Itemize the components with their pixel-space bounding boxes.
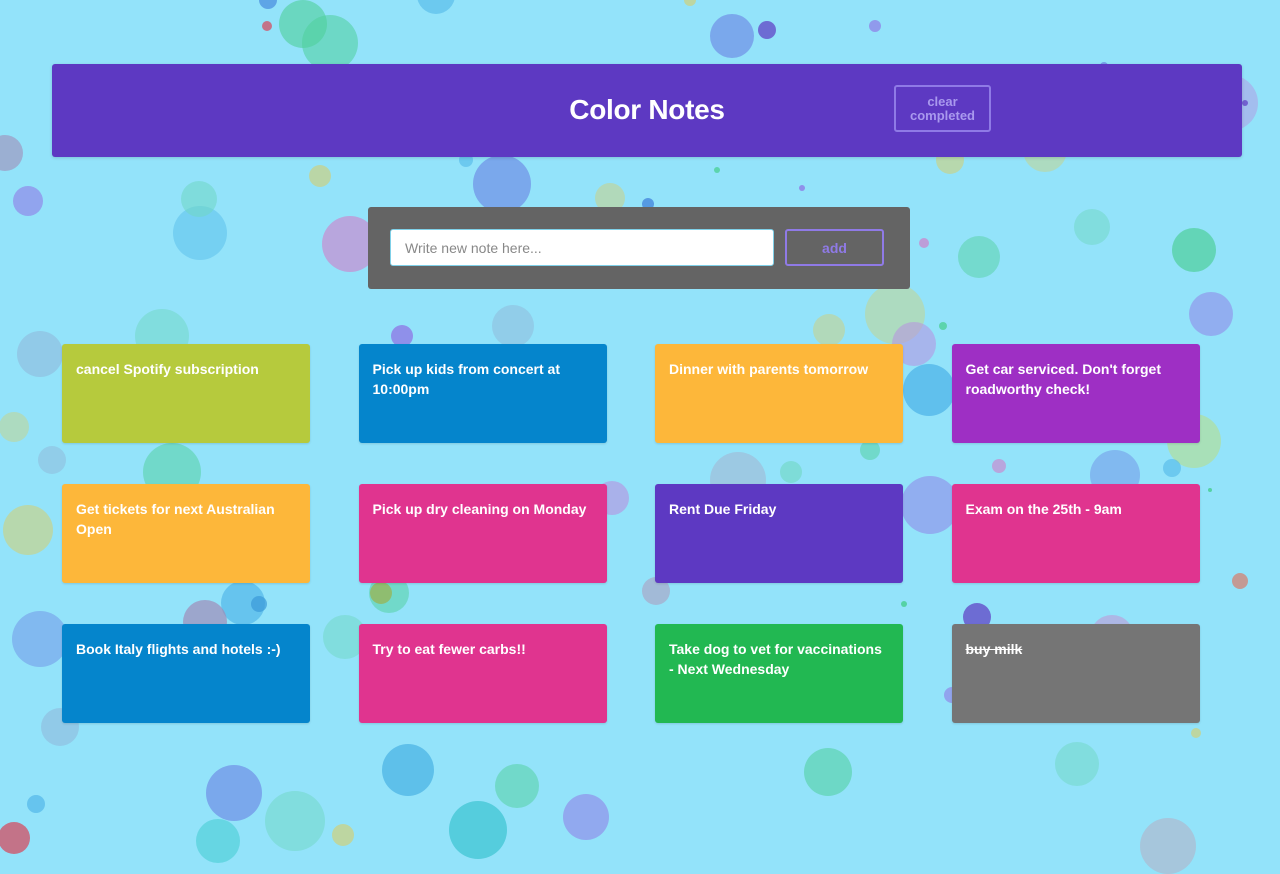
background-bubble	[958, 236, 1000, 278]
background-bubble	[3, 505, 53, 555]
note-card[interactable]: Rent Due Friday	[655, 484, 903, 583]
note-card[interactable]: cancel Spotify subscription	[62, 344, 310, 443]
background-bubble	[495, 764, 539, 808]
background-bubble	[417, 0, 455, 14]
background-bubble	[449, 801, 507, 859]
background-bubble	[758, 21, 776, 39]
background-bubble	[1191, 728, 1201, 738]
app-title: Color Notes	[569, 94, 725, 125]
background-bubble	[181, 181, 217, 217]
background-bubble	[302, 15, 358, 71]
background-bubble	[265, 791, 325, 851]
note-card[interactable]: Book Italy flights and hotels :-)	[62, 624, 310, 723]
note-card[interactable]: Exam on the 25th - 9am	[951, 484, 1200, 583]
new-note-input[interactable]	[390, 229, 774, 266]
background-bubble	[1208, 488, 1212, 492]
background-bubble	[0, 135, 23, 171]
background-bubble	[0, 412, 29, 442]
background-bubble	[1055, 742, 1099, 786]
background-bubble	[813, 314, 845, 346]
new-note-composer: add	[368, 207, 910, 289]
clear-completed-button[interactable]: clear completed	[894, 85, 991, 132]
background-bubble	[869, 20, 881, 32]
background-bubble	[492, 305, 534, 347]
note-card[interactable]: Dinner with parents tomorrow	[655, 344, 903, 443]
notes-grid: cancel Spotify subscription Pick up kids …	[62, 344, 1200, 723]
background-bubble	[1140, 818, 1196, 874]
background-bubble	[563, 794, 609, 840]
app-header: Color Notes clear completed	[52, 64, 1242, 157]
background-bubble	[1172, 228, 1216, 272]
background-bubble	[17, 331, 63, 377]
note-card[interactable]: Get tickets for next Australian Open	[62, 484, 310, 583]
background-bubble	[382, 744, 434, 796]
background-bubble	[804, 748, 852, 796]
background-bubble	[206, 765, 262, 821]
add-note-button[interactable]: add	[785, 229, 884, 266]
note-card[interactable]: Take dog to vet for vaccinations - Next …	[655, 624, 903, 723]
background-bubble	[714, 167, 720, 173]
background-bubble	[710, 14, 754, 58]
background-bubble	[684, 0, 696, 6]
background-bubble	[0, 822, 30, 854]
background-bubble	[919, 238, 929, 248]
note-card[interactable]: Try to eat fewer carbs!!	[358, 624, 607, 723]
note-card[interactable]: Get car serviced. Don't forget roadworth…	[951, 344, 1200, 443]
background-bubble	[1232, 573, 1248, 589]
background-bubble	[309, 165, 331, 187]
background-bubble	[1074, 209, 1110, 245]
background-bubble	[473, 155, 531, 213]
background-bubble	[939, 322, 947, 330]
background-bubble	[27, 795, 45, 813]
background-bubble	[332, 824, 354, 846]
background-bubble	[799, 185, 805, 191]
background-bubble	[1189, 292, 1233, 336]
note-card[interactable]: Pick up dry cleaning on Monday	[358, 484, 607, 583]
background-bubble	[259, 0, 277, 9]
background-bubble	[196, 819, 240, 863]
background-bubble	[1242, 100, 1248, 106]
background-bubble	[13, 186, 43, 216]
background-bubble	[262, 21, 272, 31]
background-bubble	[12, 611, 68, 667]
note-card[interactable]: Pick up kids from concert at 10:00pm	[358, 344, 607, 443]
note-card[interactable]: buy milk	[951, 624, 1200, 723]
